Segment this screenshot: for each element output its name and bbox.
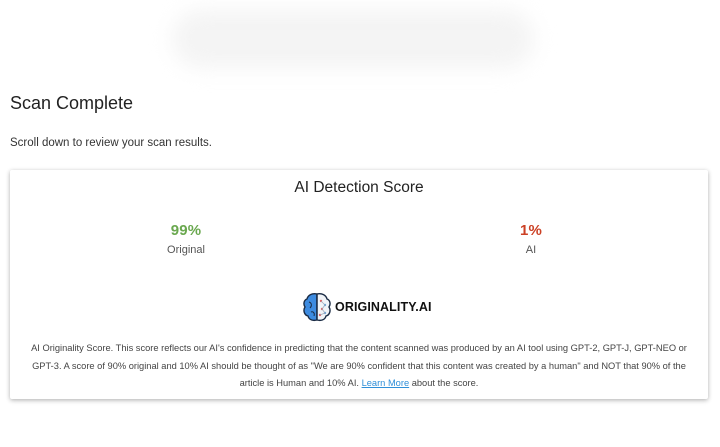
ai-score: 1% AI <box>431 222 631 256</box>
ai-score-value: 1% <box>519 222 543 239</box>
card-title: AI Detection Score <box>294 179 424 196</box>
page-title: Scan Complete <box>10 93 134 113</box>
ai-score-label: AI <box>525 244 537 256</box>
original-score: 99% Original <box>86 222 286 256</box>
description-text: AI Originality Score. This score reflect… <box>31 343 687 388</box>
originality-logo: ORIGINALITY.AI <box>303 292 432 322</box>
original-score-label: Original <box>167 244 205 256</box>
scan-results-page: Scan Complete Scroll down to review your… <box>0 0 720 447</box>
brain-icon <box>303 292 331 322</box>
learn-more-link[interactable]: Learn More <box>362 378 410 388</box>
logo-text: ORIGINALITY.AI <box>335 300 432 314</box>
page-subtitle: Scroll down to review your scan results. <box>10 137 212 149</box>
blurred-banner <box>172 10 534 68</box>
original-score-value: 99% <box>170 222 202 239</box>
score-description: AI Originality Score. This score reflect… <box>22 340 696 393</box>
detection-score-card: AI Detection Score 99% Original 1% AI OR… <box>10 170 708 399</box>
description-text-after: about the score. <box>411 378 479 388</box>
